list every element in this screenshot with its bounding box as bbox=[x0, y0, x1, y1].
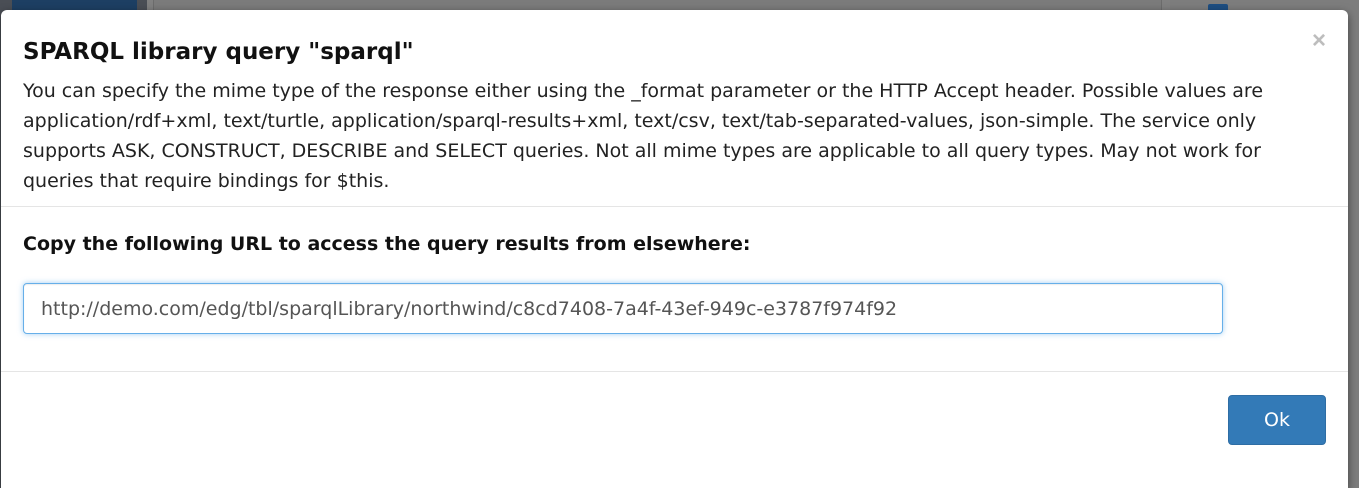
ok-button[interactable]: Ok bbox=[1228, 395, 1326, 445]
dialog-title: SPARQL library query "sparql" bbox=[23, 39, 414, 65]
close-icon[interactable]: × bbox=[1312, 28, 1326, 54]
query-url-input[interactable] bbox=[23, 283, 1223, 334]
dialog-header: SPARQL library query "sparql" × You can … bbox=[1, 10, 1348, 207]
sparql-query-dialog: SPARQL library query "sparql" × You can … bbox=[1, 10, 1348, 488]
dialog-description: You can specify the mime type of the res… bbox=[23, 80, 1264, 192]
url-label: Copy the following URL to access the que… bbox=[23, 233, 751, 255]
dialog-footer: Ok bbox=[1, 372, 1348, 487]
dialog-body: Copy the following URL to access the que… bbox=[1, 207, 1348, 372]
